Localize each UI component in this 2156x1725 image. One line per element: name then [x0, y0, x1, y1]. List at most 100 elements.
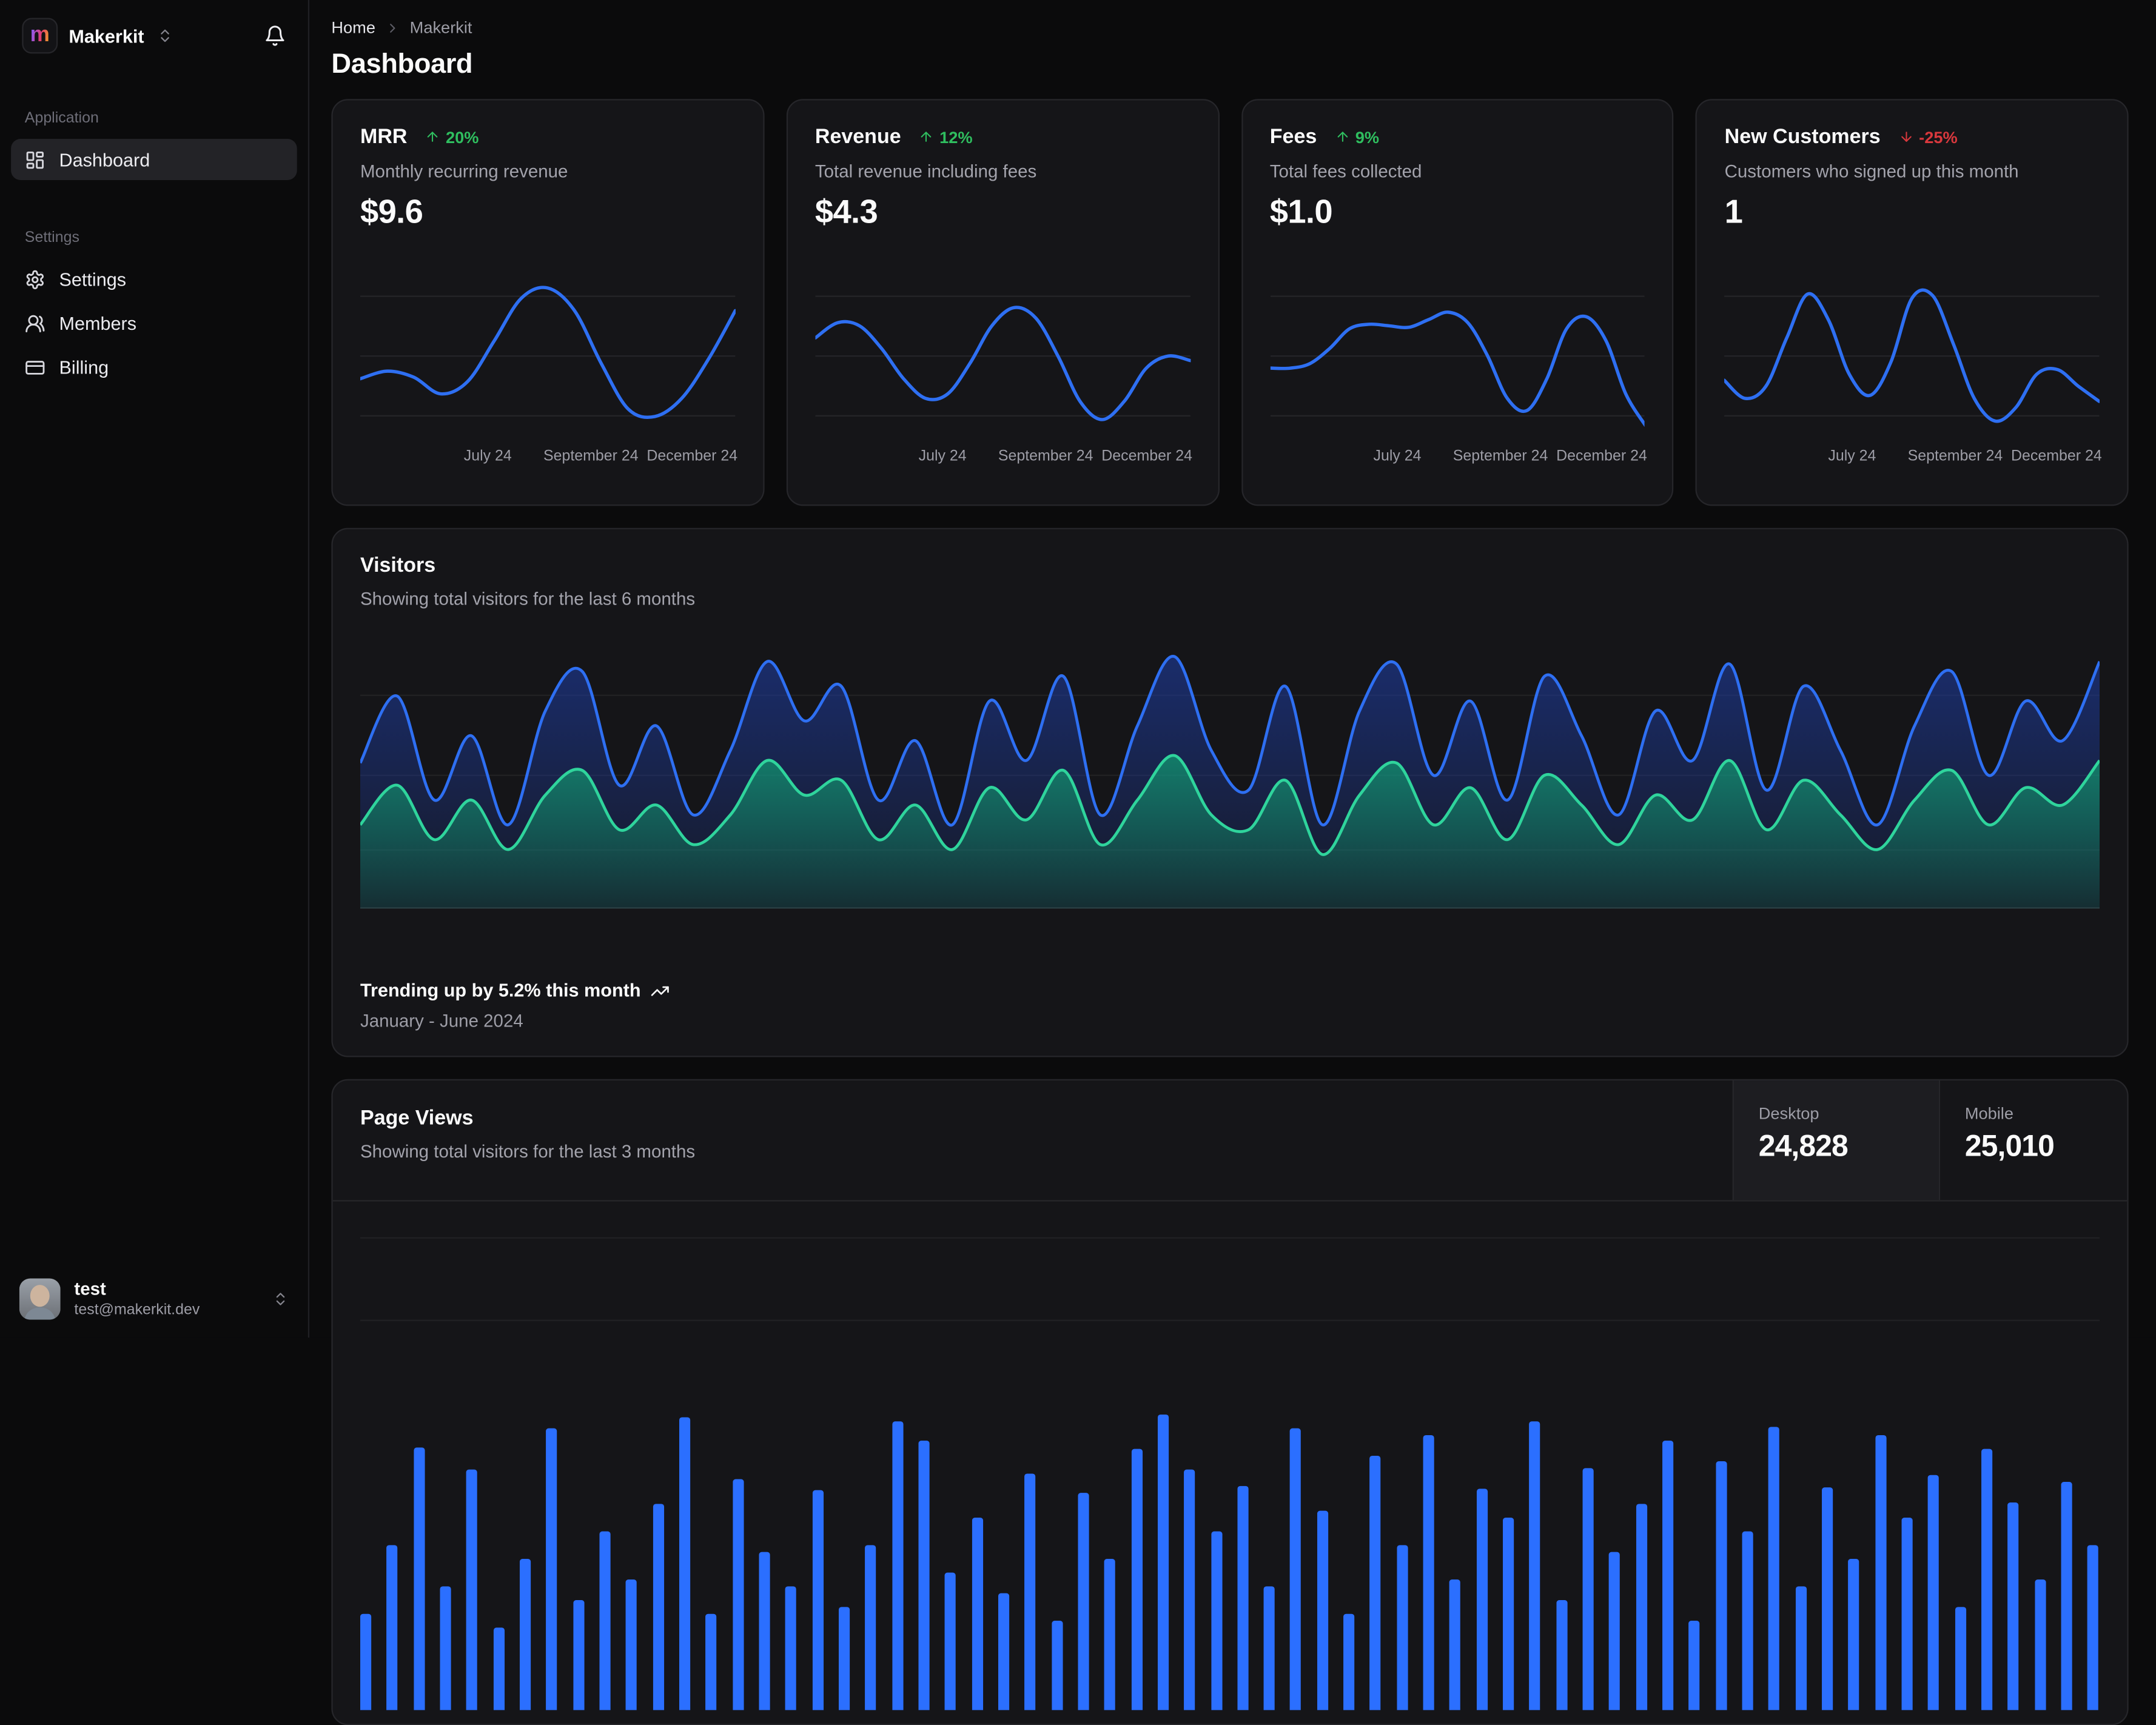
page-views-bar — [573, 1600, 584, 1710]
workspace-name: Makerkit — [69, 25, 144, 46]
stat-card-new-customers: New Customers -25% Customers who signed … — [1696, 99, 2129, 506]
page-views-bar — [1768, 1427, 1780, 1710]
chevron-right-icon — [385, 20, 400, 35]
user-email: test@makerkit.dev — [74, 1302, 200, 1319]
page-views-bar — [1662, 1441, 1674, 1710]
page-views-bar — [1715, 1461, 1727, 1710]
dashboard-icon — [26, 150, 44, 169]
page-views-bar — [1104, 1559, 1116, 1710]
visitors-date-range: January - June 2024 — [360, 1010, 523, 1031]
app-window: m Makerkit Application Dashboard Setting… — [0, 0, 2156, 1725]
card-subtitle: Total fees collected — [1269, 161, 1422, 182]
card-title: Fees — [1269, 125, 1317, 149]
toggle-value: 25,010 — [1964, 1128, 2055, 1164]
page-views-bar — [1078, 1493, 1089, 1710]
sidebar-item-settings[interactable]: Settings — [11, 258, 297, 300]
card-value: $1.0 — [1269, 193, 1333, 231]
page-views-bar — [1981, 1449, 1993, 1710]
card-value: $4.3 — [814, 193, 878, 231]
card-subtitle: Monthly recurring revenue — [360, 161, 568, 182]
toggle-desktop[interactable]: Desktop 24,828 — [1732, 1080, 1939, 1201]
page-views-bar — [1742, 1531, 1753, 1710]
toggle-label: Mobile — [1964, 1104, 2013, 1124]
main-content: Home Makerkit Dashboard MRR 20% Monthly … — [311, 0, 2156, 1725]
page-views-bar — [519, 1559, 531, 1710]
page-views-bar — [1237, 1486, 1249, 1710]
breadcrumb-current: Makerkit — [409, 18, 472, 38]
card-value: 1 — [1724, 193, 1743, 231]
page-views-bar — [1157, 1414, 1169, 1710]
page-views-bar — [1423, 1435, 1434, 1710]
sparkline-x-labels: July 24 September 24 December 24 — [463, 448, 738, 465]
card-subtitle: Customers who signed up this month — [1724, 161, 2019, 182]
sidebar-item-label: Dashboard — [59, 149, 150, 170]
page-views-bar — [1875, 1435, 1886, 1710]
page-views-bar — [1503, 1517, 1514, 1710]
page-views-bar — [971, 1517, 983, 1710]
card-title: New Customers — [1724, 125, 1881, 149]
page-views-bar — [386, 1545, 398, 1710]
visitors-panel: Visitors Showing total visitors for the … — [331, 528, 2129, 1057]
page-views-subtitle: Showing total visitors for the last 3 mo… — [360, 1141, 696, 1162]
sidebar-item-dashboard[interactable]: Dashboard — [11, 138, 297, 181]
page-views-bar — [1051, 1621, 1063, 1710]
page-views-bar — [865, 1545, 876, 1710]
page-views-bar — [785, 1586, 797, 1710]
page-views-bar — [759, 1552, 770, 1710]
user-menu[interactable]: test test@makerkit.dev — [0, 1264, 308, 1338]
page-views-bar — [1609, 1552, 1620, 1710]
sparkline-chart — [815, 268, 1190, 444]
trending-up-icon — [651, 985, 669, 996]
page-views-bar — [1476, 1489, 1488, 1710]
page-views-bar — [1928, 1475, 1939, 1710]
user-name: test — [74, 1278, 106, 1299]
page-views-bar — [918, 1441, 930, 1710]
visitors-area-chart — [360, 642, 2100, 909]
visitors-trend-text: Trending up by 5.2% this month — [360, 980, 641, 1001]
sidebar-nav: Application Dashboard Settings Settings … — [0, 72, 308, 390]
visitors-subtitle: Showing total visitors for the last 6 mo… — [360, 588, 696, 609]
page-views-bar — [838, 1607, 850, 1710]
page-views-bar — [1343, 1613, 1355, 1710]
arrow-up-icon — [921, 132, 932, 142]
trend-badge: -25% — [1898, 127, 1958, 146]
page-views-bar — [2087, 1545, 2099, 1710]
page-views-bar — [1184, 1469, 1195, 1710]
breadcrumb-home-link[interactable]: Home — [331, 18, 375, 37]
visitors-title: Visitors — [360, 554, 436, 578]
makerkit-logo: m — [22, 18, 58, 54]
nav-section-label: Application — [24, 110, 99, 127]
sparkline-chart — [1725, 268, 2100, 444]
page-views-bar — [2007, 1502, 2020, 1710]
card-title: Revenue — [814, 125, 901, 149]
page-views-toggle-group: Desktop 24,828 Mobile 25,010 — [1732, 1080, 2127, 1201]
chevrons-up-down-icon — [272, 1291, 289, 1307]
stat-cards-row: MRR 20% Monthly recurring revenue $9.6 J… — [331, 99, 2129, 506]
page-views-bar — [1822, 1487, 1833, 1710]
sparkline-chart — [1270, 268, 1645, 444]
sidebar: m Makerkit Application Dashboard Setting… — [0, 0, 310, 1338]
page-views-bar — [1636, 1504, 1647, 1710]
page-views-header: Page Views Showing total visitors for th… — [332, 1080, 2127, 1202]
sparkline-x-labels: July 24 September 24 December 24 — [918, 448, 1192, 465]
page-views-bar — [945, 1572, 956, 1710]
toggle-mobile[interactable]: Mobile 25,010 — [1938, 1080, 2127, 1201]
workspace-selector[interactable]: m Makerkit — [0, 0, 308, 72]
page-views-bar — [493, 1627, 505, 1710]
sidebar-item-label: Billing — [59, 357, 109, 378]
page-views-bar — [1211, 1531, 1222, 1710]
sidebar-item-billing[interactable]: Billing — [11, 346, 297, 387]
page-views-bar — [440, 1586, 451, 1710]
page-views-bar — [653, 1504, 664, 1710]
page-views-bar — [1317, 1510, 1328, 1710]
sidebar-item-label: Members — [59, 312, 137, 333]
trend-badge: 20% — [425, 127, 479, 146]
toggle-value: 24,828 — [1758, 1128, 1849, 1164]
card-title: MRR — [360, 125, 408, 149]
page-views-bar — [811, 1490, 824, 1710]
page-views-bar — [360, 1613, 372, 1710]
bell-icon[interactable] — [264, 25, 286, 47]
stat-card-fees: Fees 9% Total fees collected $1.0 July 2… — [1241, 99, 1674, 506]
sidebar-item-members[interactable]: Members — [11, 303, 297, 344]
page-views-bar — [413, 1447, 425, 1710]
